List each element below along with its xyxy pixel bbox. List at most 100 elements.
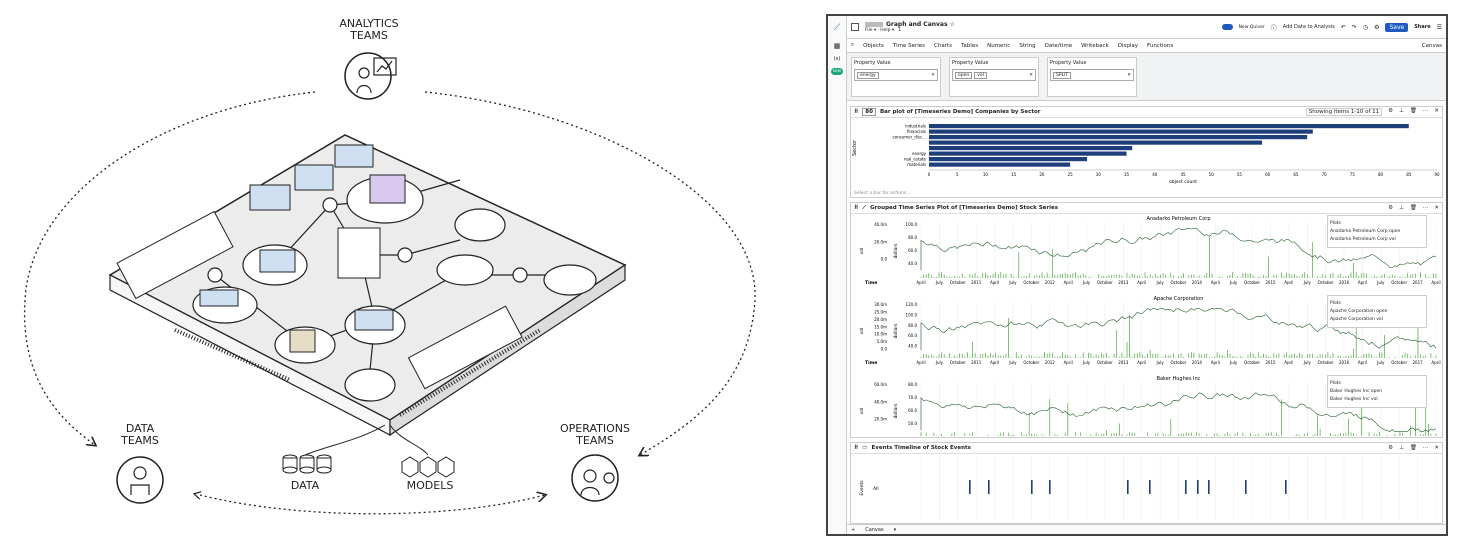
legend-item[interactable]: Apache Corporation open bbox=[1330, 309, 1424, 314]
toolbar-charts[interactable]: Charts bbox=[934, 43, 952, 49]
settings-icon[interactable]: ⚙ bbox=[1388, 445, 1393, 451]
share-button[interactable]: Share bbox=[1414, 24, 1430, 30]
settings-icon[interactable]: ⚙ bbox=[1374, 24, 1379, 31]
toolbar-string[interactable]: String bbox=[1019, 43, 1035, 49]
chevron-down-icon[interactable]: ▾ bbox=[894, 527, 897, 533]
clear-icon[interactable]: ✕ bbox=[931, 73, 935, 78]
close-icon[interactable]: ✕ bbox=[1434, 445, 1439, 451]
time-tick: October bbox=[1170, 360, 1186, 365]
more-icon[interactable]: ⋯ bbox=[1423, 205, 1429, 211]
drag-handle-icon[interactable]: ⠿ bbox=[854, 205, 858, 211]
drag-handle-icon[interactable]: ⠿ bbox=[854, 445, 858, 451]
filter-chip[interactable]: energy bbox=[857, 71, 879, 79]
legend-item[interactable]: Anadarko Petroleum Corp vol bbox=[1330, 237, 1424, 242]
undo-icon[interactable]: ↶ bbox=[1341, 24, 1346, 31]
hierarchy-icon[interactable]: ⊥ bbox=[1399, 445, 1404, 451]
breadcrumb-title[interactable]: Graph and Canvas ☆ bbox=[886, 21, 955, 28]
event-marker bbox=[1285, 480, 1287, 494]
vol-tick: 25.0m bbox=[874, 309, 887, 314]
arc-data-ops bbox=[199, 495, 545, 515]
settings-icon[interactable]: ⚙ bbox=[1388, 205, 1393, 211]
toolbar-objects[interactable]: Objects bbox=[863, 43, 884, 49]
x-tick-label: 55 bbox=[1237, 172, 1243, 177]
event-marker bbox=[1049, 480, 1051, 494]
delete-icon[interactable]: 🗑 bbox=[1410, 108, 1417, 116]
settings-icon[interactable]: ⚙ bbox=[1388, 108, 1393, 116]
time-tick: April bbox=[916, 360, 925, 365]
new-badge[interactable]: NEW bbox=[831, 68, 843, 75]
time-tick: 2014 bbox=[1192, 280, 1203, 285]
toolbar-display[interactable]: Display bbox=[1118, 43, 1138, 49]
delete-icon[interactable]: 🗑 bbox=[1410, 445, 1417, 451]
time-tick: July bbox=[1156, 360, 1165, 365]
close-icon[interactable]: ✕ bbox=[1434, 205, 1439, 211]
filter-chip[interactable]: vol bbox=[974, 71, 987, 79]
menu-file[interactable]: File ▾ bbox=[865, 28, 876, 33]
bar-7 bbox=[929, 162, 1071, 167]
event-marker bbox=[1031, 480, 1033, 494]
canvas-dropdown[interactable]: Canvas bbox=[1422, 43, 1442, 49]
menu-help[interactable]: Help ▾ bbox=[880, 28, 894, 33]
filter-chip[interactable]: open bbox=[955, 71, 973, 79]
time-tick: October bbox=[950, 280, 966, 285]
search-icon[interactable]: ⌕ bbox=[851, 42, 854, 49]
legend-item[interactable]: Anadarko Petroleum Corp open bbox=[1330, 229, 1424, 234]
history-icon[interactable]: ◷ bbox=[1363, 24, 1368, 31]
toolbar-tables[interactable]: Tables bbox=[961, 43, 978, 49]
add-tab-icon[interactable]: + bbox=[851, 527, 855, 533]
clear-icon[interactable]: ✕ bbox=[1127, 73, 1131, 78]
time-tick: April bbox=[1284, 360, 1293, 365]
time-tick: October bbox=[1244, 360, 1260, 365]
bar-0 bbox=[929, 124, 1409, 129]
close-icon[interactable]: ✕ bbox=[1434, 108, 1439, 116]
filter-card-1[interactable]: Property Value energy ✕ bbox=[851, 57, 941, 97]
panel-id-chip: 80 bbox=[862, 108, 876, 116]
time-tick: October bbox=[1244, 280, 1260, 285]
hierarchy-icon[interactable]: ⊥ bbox=[1399, 205, 1404, 211]
info-icon[interactable]: ⓘ bbox=[1271, 23, 1277, 32]
delete-icon[interactable]: 🗑 bbox=[1410, 205, 1417, 211]
time-tick: April bbox=[1358, 360, 1367, 365]
price-tick: 60.0 bbox=[908, 248, 917, 253]
time-tick: July bbox=[1229, 280, 1238, 285]
more-icon[interactable]: ⋯ bbox=[1423, 108, 1429, 116]
time-tick: October bbox=[1391, 280, 1407, 285]
legend-item[interactable]: Baker Hughes Inc vol bbox=[1330, 397, 1424, 402]
toolbar-time-series[interactable]: Time Series bbox=[893, 43, 925, 49]
bar-2 bbox=[929, 135, 1308, 140]
filter-chip[interactable]: SPLIT bbox=[1053, 71, 1072, 79]
add-data-button[interactable]: Add Data to Analysis bbox=[1283, 24, 1335, 30]
more-icon[interactable]: ⋯ bbox=[1423, 445, 1429, 451]
time-tick: July bbox=[935, 280, 944, 285]
price-tick: 80.0 bbox=[908, 235, 917, 240]
x-tick-label: 20 bbox=[1039, 172, 1045, 177]
toolbar-functions[interactable]: Functions bbox=[1147, 43, 1173, 49]
vol-tick: 40.0m bbox=[874, 222, 887, 227]
drag-handle-icon[interactable]: ⠿ bbox=[854, 109, 858, 115]
panel-toggle-icon[interactable]: ☰ bbox=[1437, 24, 1442, 31]
event-marker bbox=[1149, 480, 1151, 494]
events-timeline[interactable]: Events All bbox=[851, 454, 1447, 522]
toolbar-writeback[interactable]: Writeback bbox=[1081, 43, 1109, 49]
toolbar-numeric[interactable]: Numeric bbox=[987, 43, 1010, 49]
clear-icon[interactable]: ✕ bbox=[1029, 73, 1033, 78]
bar-chart[interactable]: Sector industrialsfinancialsconsumer_disc… bbox=[851, 118, 1447, 188]
x-tick-label: 70 bbox=[1322, 172, 1328, 177]
timeseries-panel: ⠿ ⟋ Grouped Time Series Plot of [Timeserie… bbox=[850, 202, 1443, 446]
filter-card-3[interactable]: Property Value SPLIT ✕ bbox=[1047, 57, 1137, 97]
hierarchy-icon[interactable]: ⊥ bbox=[1399, 108, 1404, 116]
bottom-bar: + Canvas ▾ bbox=[847, 524, 1446, 534]
grid-icon[interactable]: ▦ bbox=[828, 42, 846, 50]
vol-tick: 40.0m bbox=[874, 399, 887, 404]
legend-item[interactable]: Baker Hughes Inc open bbox=[1330, 389, 1424, 394]
canvas-tab[interactable]: Canvas bbox=[865, 527, 883, 533]
redo-icon[interactable]: ↷ bbox=[1352, 24, 1357, 31]
toolbar-datetime[interactable]: Date/time bbox=[1045, 43, 1072, 49]
legend-item[interactable]: Apache Corporation vol bbox=[1330, 317, 1424, 322]
variables-icon[interactable]: (x) bbox=[828, 56, 846, 62]
save-button[interactable]: Save bbox=[1385, 22, 1409, 32]
event-marker bbox=[1197, 480, 1199, 494]
filter-card-2[interactable]: Property Value open vol ✕ bbox=[949, 57, 1039, 97]
time-tick: July bbox=[1082, 280, 1091, 285]
new-quiver-toggle[interactable] bbox=[1221, 24, 1233, 30]
